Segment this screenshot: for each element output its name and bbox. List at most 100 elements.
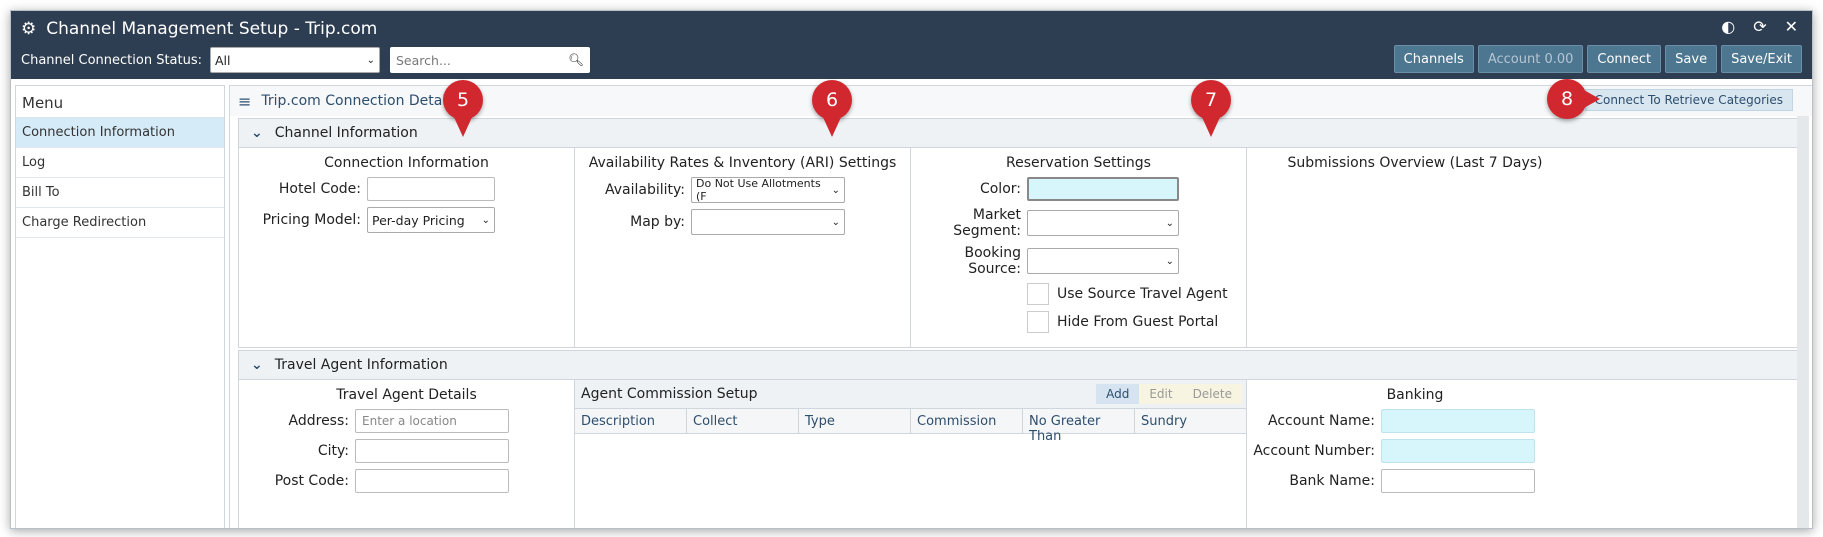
sidebar-item-connection-information[interactable]: Connection Information <box>16 118 224 148</box>
chevron-down-icon: ⌄ <box>1165 255 1174 267</box>
submissions-overview-column: Submissions Overview (Last 7 Days) <box>1247 148 1583 347</box>
post-code-input[interactable] <box>355 469 509 493</box>
address-label: Address: <box>288 413 349 429</box>
banking-title: Banking <box>1386 387 1444 403</box>
reservation-settings-title: Reservation Settings <box>1006 155 1151 171</box>
chevron-down-icon: ⌄ <box>1165 217 1174 229</box>
toggle-icon[interactable]: ◐ <box>1721 17 1735 36</box>
channels-button[interactable]: Channels <box>1393 45 1474 73</box>
pricing-model-select[interactable]: Per-day Pricing ⌄ <box>367 207 495 233</box>
pricing-model-label: Pricing Model: <box>262 212 361 228</box>
connection-info-column: Connection Information Hotel Code: Prici… <box>239 148 575 347</box>
chevron-down-icon: ⌄ <box>251 357 263 373</box>
post-code-label: Post Code: <box>274 473 349 489</box>
sidebar-item-charge-redirection[interactable]: Charge Redirection <box>16 208 224 238</box>
market-segment-select[interactable]: ⌄ <box>1027 210 1179 236</box>
retrieve-categories-button[interactable]: Connect To Retrieve Categories <box>1584 89 1793 111</box>
sidebar-item-log[interactable]: Log <box>16 148 224 178</box>
hotel-code-input[interactable] <box>367 177 495 201</box>
close-icon[interactable]: ✕ <box>1785 17 1798 36</box>
chevron-down-icon: ⌄ <box>831 184 840 196</box>
title-bar: ⚙ Channel Management Setup - Trip.com ◐ … <box>11 11 1812 79</box>
travel-agent-section-header[interactable]: ⌄ Travel Agent Information <box>238 350 1800 380</box>
menu-header: Menu <box>16 86 224 118</box>
bank-name-input[interactable] <box>1381 469 1535 493</box>
connect-button[interactable]: Connect <box>1587 45 1662 73</box>
edit-commission-button[interactable]: Edit <box>1139 384 1183 404</box>
callout-badge: 7 <box>1191 80 1231 120</box>
sidebar-menu: Menu Connection Information Log Bill To … <box>15 85 225 528</box>
save-exit-button[interactable]: Save/Exit <box>1721 45 1802 73</box>
city-label: City: <box>317 443 349 459</box>
ari-settings-title: Availability Rates & Inventory (ARI) Set… <box>588 155 897 171</box>
column-header-commission[interactable]: Commission <box>911 409 1023 433</box>
color-input[interactable] <box>1027 177 1179 201</box>
hamburger-icon[interactable]: ≡ <box>238 92 251 111</box>
status-select[interactable]: All ⌄ <box>210 47 380 73</box>
availability-label: Availability: <box>604 182 685 198</box>
column-header-no-greater-than[interactable]: No Greater Than <box>1023 409 1135 444</box>
booking-source-select[interactable]: ⌄ <box>1027 248 1179 274</box>
color-label: Color: <box>979 181 1021 197</box>
add-commission-button[interactable]: Add <box>1096 384 1140 404</box>
map-by-label: Map by: <box>630 214 685 230</box>
map-by-select[interactable]: ⌄ <box>691 209 845 235</box>
reservation-settings-column: Reservation Settings Color: Market Segme… <box>911 148 1247 347</box>
agent-commission-title: Agent Commission Setup <box>581 386 758 402</box>
page-title: Trip.com Connection Details <box>261 93 458 109</box>
chevron-down-icon: ⌄ <box>481 214 490 226</box>
channel-info-grid: Connection Information Hotel Code: Prici… <box>238 148 1800 348</box>
account-button[interactable]: Account 0.00 <box>1477 45 1584 73</box>
connection-info-title: Connection Information <box>324 155 489 171</box>
callout-pointer <box>822 115 842 137</box>
hotel-code-label: Hotel Code: <box>278 181 361 197</box>
callout-badge: 6 <box>812 80 852 120</box>
vertical-scrollbar[interactable] <box>1797 116 1809 528</box>
bank-name-label: Bank Name: <box>1289 473 1375 489</box>
market-segment-label: Market Segment: <box>953 207 1021 239</box>
travel-agent-details-title: Travel Agent Details <box>336 387 477 403</box>
availability-select[interactable]: Do Not Use Allotments (F ⌄ <box>691 177 845 203</box>
account-name-label: Account Name: <box>1268 413 1375 429</box>
chevron-down-icon: ⌄ <box>831 216 840 228</box>
search-input[interactable]: Search... 🔍︎ <box>390 47 590 73</box>
travel-agent-details-column: Travel Agent Details Address: Enter a lo… <box>239 380 575 528</box>
account-number-label: Account Number: <box>1253 443 1375 459</box>
callout-pointer <box>453 115 473 137</box>
account-number-input[interactable] <box>1381 439 1535 463</box>
column-header-type[interactable]: Type <box>799 409 911 433</box>
refresh-icon[interactable]: ⟳ <box>1753 17 1766 36</box>
agent-commission-column: Agent Commission Setup Add Edit Delete D… <box>575 380 1247 528</box>
save-button[interactable]: Save <box>1665 45 1718 73</box>
account-name-input[interactable] <box>1381 409 1535 433</box>
column-header-sundry[interactable]: Sundry <box>1135 409 1246 433</box>
settings-gears-icon: ⚙ <box>21 19 37 39</box>
callout-pointer <box>1201 115 1221 137</box>
submissions-overview-title: Submissions Overview (Last 7 Days) <box>1287 155 1543 171</box>
chevron-down-icon: ⌄ <box>251 125 263 141</box>
city-input[interactable] <box>355 439 509 463</box>
callout-badge: 8 <box>1547 79 1587 119</box>
window-title: Channel Management Setup - Trip.com <box>46 19 378 39</box>
banking-column: Banking Account Name: Account Number: Ba… <box>1247 380 1583 528</box>
ari-settings-column: Availability Rates & Inventory (ARI) Set… <box>575 148 911 347</box>
address-input[interactable]: Enter a location <box>355 409 509 433</box>
status-label: Channel Connection Status: <box>21 52 202 68</box>
commission-table-header: Description Collect Type Commission No G… <box>575 408 1246 444</box>
app-window: ⚙ Channel Management Setup - Trip.com ◐ … <box>10 10 1813 529</box>
column-header-description[interactable]: Description <box>575 409 687 433</box>
sidebar-item-bill-to[interactable]: Bill To <box>16 178 224 208</box>
main-panel: ≡ Trip.com Connection Details Connect To… <box>229 85 1812 528</box>
chevron-down-icon: ⌄ <box>366 54 375 66</box>
callout-pointer <box>1582 89 1600 109</box>
callout-badge: 5 <box>443 80 483 120</box>
hide-from-guest-portal-label: Hide From Guest Portal <box>1057 314 1219 330</box>
search-icon: 🔍︎ <box>568 52 584 67</box>
delete-commission-button[interactable]: Delete <box>1182 384 1242 404</box>
booking-source-label: Booking Source: <box>964 245 1022 277</box>
hide-from-guest-portal-checkbox[interactable] <box>1027 311 1049 333</box>
use-source-travel-agent-checkbox[interactable] <box>1027 283 1049 305</box>
travel-agent-grid: Travel Agent Details Address: Enter a lo… <box>238 380 1800 528</box>
use-source-travel-agent-label: Use Source Travel Agent <box>1057 286 1228 302</box>
column-header-collect[interactable]: Collect <box>687 409 799 433</box>
